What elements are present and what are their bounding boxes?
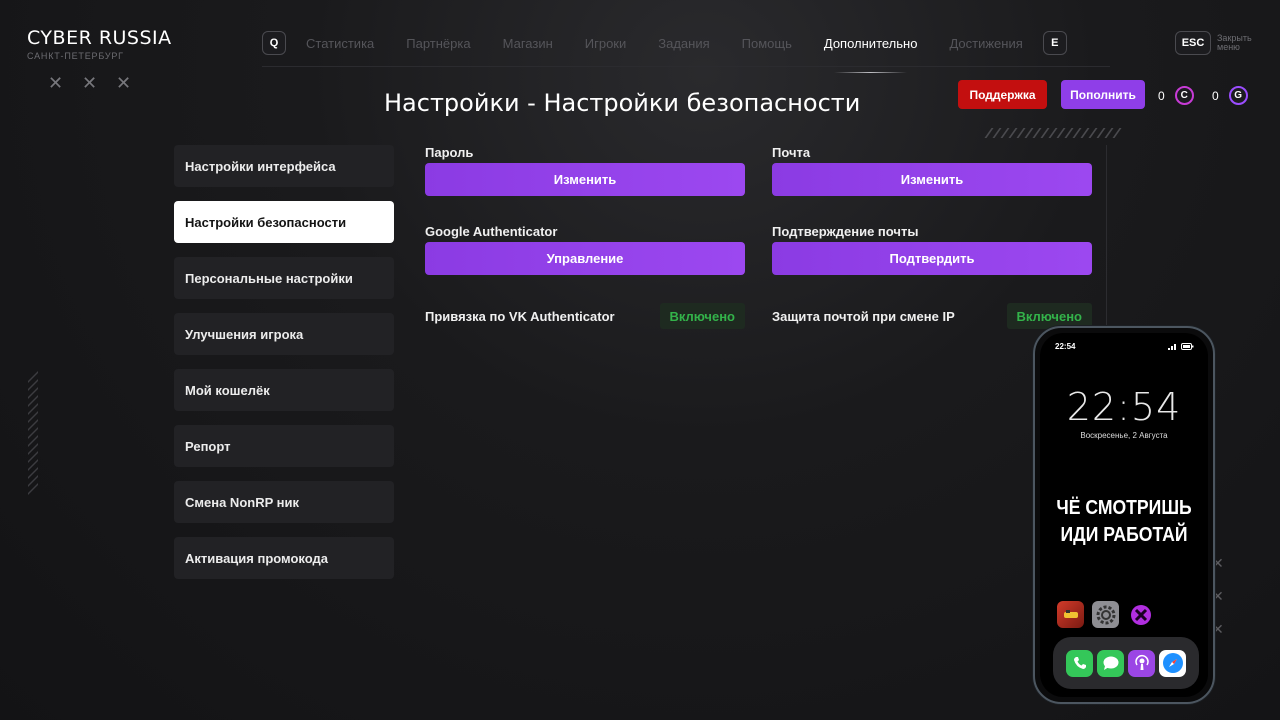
- manage-google-auth-button[interactable]: Управление: [425, 242, 745, 275]
- phone-screen[interactable]: 22:54 22:54 Воскресенье, 2 Августа ЧЁ СМ…: [1040, 333, 1208, 697]
- tab-additional[interactable]: Дополнительно: [824, 36, 917, 73]
- page-title: Настройки - Настройки безопасности: [384, 89, 861, 117]
- nav-divider: [262, 66, 1110, 67]
- decorative-side-stripes: [28, 371, 38, 495]
- currency-g-amount: 0: [1212, 88, 1219, 103]
- confirm-email-button[interactable]: Подтвердить: [772, 242, 1092, 275]
- coin-g-icon: G: [1228, 86, 1248, 105]
- currency-c-amount: 0: [1158, 88, 1165, 103]
- google-auth-field: Google Authenticator Управление: [425, 224, 745, 275]
- tab-tasks[interactable]: Задания: [658, 36, 709, 51]
- vk-auth-status[interactable]: Включено: [659, 303, 745, 329]
- vk-auth-row: Привязка по VK Authenticator Включено: [425, 303, 745, 329]
- cyber-app-icon[interactable]: [1127, 601, 1154, 628]
- signal-icon: [1168, 344, 1176, 350]
- currency-g: 0 G: [1212, 86, 1248, 105]
- battery-icon: [1181, 343, 1194, 350]
- close-menu[interactable]: ESC Закрыть меню: [1175, 31, 1261, 55]
- password-field: Пароль Изменить: [425, 145, 745, 196]
- game-app-icon[interactable]: [1057, 601, 1084, 628]
- phone-apps: [1057, 601, 1154, 628]
- brand-name: CYBER RUSSIA: [27, 27, 172, 49]
- sidebar-item-nonrp-nick[interactable]: Смена NonRP ник: [174, 481, 394, 523]
- safari-app-icon[interactable]: [1159, 649, 1186, 677]
- coin-c-icon: C: [1174, 86, 1194, 105]
- google-auth-label: Google Authenticator: [425, 224, 558, 239]
- cross-icon: ✕: [82, 73, 98, 93]
- vk-auth-label: Привязка по VK Authenticator: [425, 308, 615, 324]
- phone-dock: [1053, 637, 1199, 689]
- sidebar-item-report[interactable]: Репорт: [174, 425, 394, 467]
- ip-protect-label: Защита почтой при смене IP: [772, 308, 955, 324]
- tab-achievements[interactable]: Достижения: [949, 36, 1022, 51]
- settings-sidebar: Настройки интерфейса Настройки безопасно…: [174, 145, 394, 593]
- phone-widget[interactable]: 22:54 22:54 Воскресенье, 2 Августа ЧЁ СМ…: [1033, 326, 1215, 704]
- city-name: САНКТ-ПЕТЕРБУРГ: [27, 51, 124, 61]
- phone-status-time: 22:54: [1055, 342, 1076, 351]
- sidebar-item-upgrades[interactable]: Улучшения игрока: [174, 313, 394, 355]
- topup-button[interactable]: Пополнить: [1061, 80, 1145, 109]
- cross-icon: ✕: [116, 73, 132, 93]
- support-button[interactable]: Поддержка: [958, 80, 1047, 109]
- sidebar-item-personal[interactable]: Персональные настройки: [174, 257, 394, 299]
- currency-c: 0 C: [1158, 86, 1194, 105]
- tab-shop[interactable]: Магазин: [503, 36, 553, 51]
- tab-statistics[interactable]: Статистика: [306, 36, 374, 51]
- sidebar-item-interface[interactable]: Настройки интерфейса: [174, 145, 394, 187]
- ip-protect-row: Защита почтой при смене IP Включено: [772, 303, 1092, 329]
- wallpaper-line-2: ИДИ РАБОТАЙ: [1060, 524, 1188, 546]
- tab-help[interactable]: Помощь: [742, 36, 792, 51]
- change-password-button[interactable]: Изменить: [425, 163, 745, 196]
- decorative-stripes: [984, 128, 1122, 138]
- top-nav: Q Статистика Партнёрка Магазин Игроки За…: [262, 31, 1067, 73]
- logo: CYBER RUSSIA САНКТ-ПЕТЕРБУРГ: [27, 27, 172, 61]
- close-menu-label: Закрыть меню: [1217, 33, 1252, 52]
- email-field: Почта Изменить: [772, 145, 1092, 196]
- tab-players[interactable]: Игроки: [585, 36, 627, 51]
- panel-divider: [1106, 145, 1107, 335]
- settings-app-icon[interactable]: [1092, 601, 1119, 628]
- tab-partner[interactable]: Партнёрка: [406, 36, 470, 51]
- phone-clock: 22:54: [1066, 385, 1182, 429]
- decorative-crosses: ✕ ✕ ✕: [48, 73, 132, 93]
- podcasts-app-icon[interactable]: [1128, 649, 1155, 677]
- password-label: Пароль: [425, 145, 474, 160]
- wallpaper-line-1: ЧЁ СМОТРИШЬ: [1056, 497, 1192, 519]
- phone-wallpaper-text: ЧЁ СМОТРИШЬ ИДИ РАБОТАЙ: [1050, 495, 1198, 549]
- email-confirm-label: Подтверждение почты: [772, 224, 919, 239]
- messages-app-icon[interactable]: [1097, 649, 1124, 677]
- cross-icon: ✕: [48, 73, 64, 93]
- esc-key[interactable]: ESC: [1175, 31, 1211, 55]
- phone-app-icon[interactable]: [1066, 649, 1093, 677]
- sidebar-item-promocode[interactable]: Активация промокода: [174, 537, 394, 579]
- sidebar-item-security[interactable]: Настройки безопасности: [174, 201, 394, 243]
- email-confirm-field: Подтверждение почты Подтвердить: [772, 224, 1092, 275]
- change-email-button[interactable]: Изменить: [772, 163, 1092, 196]
- sidebar-item-wallet[interactable]: Мой кошелёк: [174, 369, 394, 411]
- nav-next-key[interactable]: E: [1042, 31, 1067, 55]
- phone-date: Воскресенье, 2 Августа: [1080, 431, 1168, 440]
- phone-status-icons: [1168, 343, 1194, 350]
- email-label: Почта: [772, 145, 811, 160]
- nav-prev-key[interactable]: Q: [262, 31, 286, 55]
